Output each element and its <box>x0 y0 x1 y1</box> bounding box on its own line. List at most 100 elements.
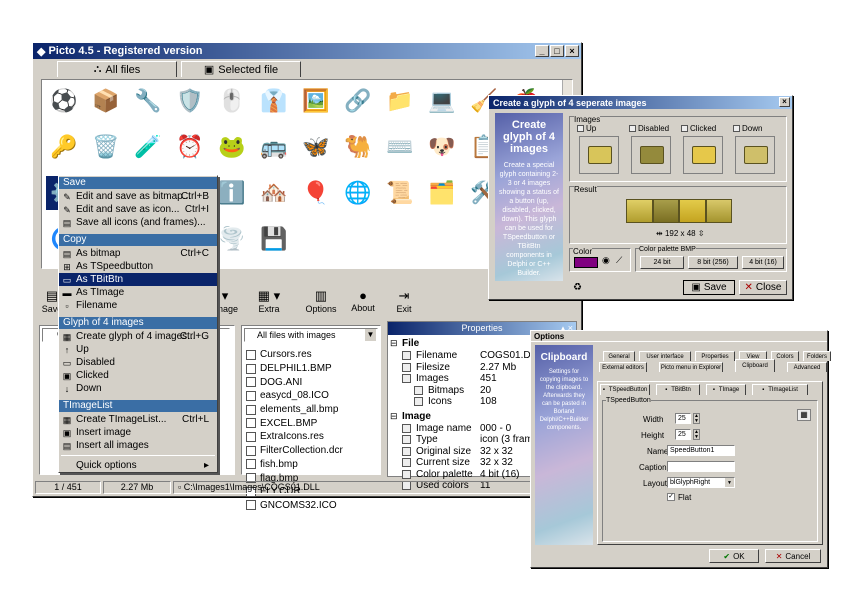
grid-icon[interactable]: 📁 <box>382 84 418 118</box>
menu-item[interactable]: ▭ Disabled <box>59 356 217 369</box>
tab-selected-file[interactable]: ▣ Selected file <box>181 61 301 77</box>
options-tab[interactable]: User interface <box>639 351 691 361</box>
ok-button[interactable]: ✔ OK <box>709 549 759 563</box>
file-list-item[interactable]: GNCOMS32.ICO <box>246 499 378 513</box>
menu-item[interactable]: ↓ Down <box>59 382 217 395</box>
grid-icon[interactable]: 🧪 <box>130 130 166 164</box>
eyedropper-icon[interactable]: ⟋ <box>616 255 622 266</box>
grid-icon[interactable]: 🚌 <box>256 130 292 164</box>
grid-icon[interactable]: 💻 <box>424 84 460 118</box>
close-button[interactable]: × <box>565 45 579 57</box>
grid-icon[interactable]: 🗂️ <box>424 176 460 210</box>
grid-icon[interactable]: 🖱️ <box>214 84 250 118</box>
file-list-item[interactable]: DELPHIL1.BMP <box>246 362 378 376</box>
grid-icon[interactable]: 📦 <box>88 84 124 118</box>
file-list-item[interactable]: easycd_08.ICO <box>246 389 378 403</box>
glyph-close-action[interactable]: ✕ Close <box>739 280 787 295</box>
minimize-button[interactable]: _ <box>535 45 549 57</box>
grid-icon[interactable]: 🛡️ <box>172 84 208 118</box>
grid-icon[interactable]: 💾 <box>256 222 292 256</box>
grid-icon[interactable]: 🦋 <box>298 130 334 164</box>
menu-item[interactable]: ▬ As TImage <box>59 286 217 299</box>
grid-icon[interactable]: 🐸 <box>214 130 250 164</box>
glyph-state-image[interactable] <box>683 136 723 174</box>
options-subtab[interactable]: ▪ TImageList <box>752 384 808 395</box>
width-spin[interactable]: ▲ ▼ <box>693 413 700 424</box>
menu-item[interactable]: ▭ As TBitBtn <box>59 273 217 286</box>
layout-select[interactable]: blGlyphRight ▼ <box>667 477 735 488</box>
options-tab[interactable]: External editors <box>599 362 647 372</box>
collapse-icon[interactable]: ⊟ <box>390 338 398 349</box>
filter-select[interactable]: All files with images ▼ <box>244 328 378 342</box>
collapse-icon[interactable]: ⊟ <box>390 411 398 422</box>
caption-field[interactable] <box>667 461 735 472</box>
grid-icon[interactable]: 🐶 <box>424 130 460 164</box>
glyph-close-button[interactable]: × <box>779 97 790 107</box>
grid-icon[interactable]: 🔧 <box>130 84 166 118</box>
menu-item[interactable]: ▣ Insert image <box>59 426 217 439</box>
file-list-item[interactable]: Cursors.res <box>246 348 378 362</box>
options-tab[interactable]: Folders <box>803 351 831 361</box>
quick-options-menu-item[interactable]: Quick options ▸ <box>59 459 217 472</box>
menu-item[interactable]: ✎ Edit and save as bitmap... Ctrl+B <box>59 190 217 203</box>
options-tab[interactable]: Advanced <box>787 362 827 372</box>
menu-item[interactable]: ▤ Save all icons (and frames)... <box>59 216 217 229</box>
options-subtab[interactable]: ▪ TBitBtn <box>656 384 700 395</box>
grid-icon[interactable]: 🎈 <box>298 176 334 210</box>
grid-icon[interactable]: 🔑 <box>46 130 82 164</box>
height-field[interactable]: 25 <box>675 429 691 440</box>
grid-icon[interactable]: 🖼️ <box>298 84 334 118</box>
menu-item[interactable]: ⊞ As TSpeedbutton <box>59 260 217 273</box>
palette-icon[interactable]: ◉ <box>602 255 610 266</box>
file-list-item[interactable]: elements_all.bmp <box>246 403 378 417</box>
glyph-state-image[interactable] <box>631 136 671 174</box>
grid-icon[interactable]: ℹ️ <box>214 176 250 210</box>
options-tab[interactable]: General <box>603 351 635 361</box>
width-field[interactable]: 25 <box>675 413 691 424</box>
toolbar-exit[interactable]: ⇥ Exit <box>389 288 419 314</box>
menu-item[interactable]: ▦ Create glyph of 4 images... Ctrl+G <box>59 330 217 343</box>
toolbar-extra[interactable]: ▦ ▾ Extra <box>251 288 287 314</box>
height-spin[interactable]: ▲ ▼ <box>693 429 700 440</box>
menu-item[interactable]: ▤ As bitmap Ctrl+C <box>59 247 217 260</box>
file-list-item[interactable]: EXCEL.BMP <box>246 416 378 430</box>
menu-item[interactable]: ↑ Up <box>59 343 217 356</box>
options-tab[interactable]: Colors <box>771 351 799 361</box>
file-list-item[interactable]: FilterCollection.dcr <box>246 444 378 458</box>
grid-icon[interactable]: ⚽ <box>46 84 82 118</box>
glyph-save-button[interactable]: ▣ Save <box>683 280 735 295</box>
options-tab[interactable]: Picto menu in Explorer <box>659 362 723 372</box>
tab-all-files[interactable]: ⛬ All files <box>57 61 177 77</box>
options-tab[interactable]: Properties <box>695 351 735 361</box>
glyph-state-image[interactable] <box>579 136 619 174</box>
grid-icon[interactable]: ⏰ <box>172 130 208 164</box>
toolbar-options[interactable]: ▥ Options <box>303 288 339 314</box>
options-subtab[interactable]: ▪ TImage <box>706 384 746 395</box>
grid-icon[interactable]: 🗑️ <box>88 130 124 164</box>
cancel-button[interactable]: ✕ Cancel <box>765 549 821 563</box>
grid-icon[interactable]: 🔗 <box>340 84 376 118</box>
grid-icon[interactable]: 👔 <box>256 84 292 118</box>
menu-item[interactable]: ▫ Filename <box>59 299 217 312</box>
menu-item[interactable]: ✎ Edit and save as icon... Ctrl+I <box>59 203 217 216</box>
grid-icon[interactable]: 🏘️ <box>256 176 292 210</box>
grid-icon[interactable]: ⌨️ <box>382 130 418 164</box>
name-field[interactable]: SpeedButton1 <box>667 445 735 456</box>
palette-4bit[interactable]: 4 bit (16) <box>742 256 784 269</box>
color-swatch[interactable] <box>574 257 598 268</box>
maximize-button[interactable]: □ <box>550 45 564 57</box>
flat-checkbox[interactable]: ✓ <box>667 493 675 501</box>
palette-24bit[interactable]: 24 bit <box>640 256 684 269</box>
grid-icon[interactable]: 🌪️ <box>214 222 250 256</box>
glyph-state-image[interactable] <box>735 136 775 174</box>
options-subtab[interactable]: ▪ TSpeedButton <box>600 384 650 395</box>
grid-icon[interactable]: 🐫 <box>340 130 376 164</box>
palette-8bit[interactable]: 8 bit (256) <box>688 256 738 269</box>
grid-icon[interactable]: 🌐 <box>340 176 376 210</box>
file-list-item[interactable]: fish.bmp <box>246 458 378 472</box>
grid-icon[interactable]: 📜 <box>382 176 418 210</box>
menu-item[interactable]: ▣ Clicked <box>59 369 217 382</box>
file-list-item[interactable]: ExtraIcons.res <box>246 430 378 444</box>
options-tab[interactable]: Clipboard <box>735 359 775 372</box>
toolbar-about[interactable]: ● About <box>345 288 381 313</box>
